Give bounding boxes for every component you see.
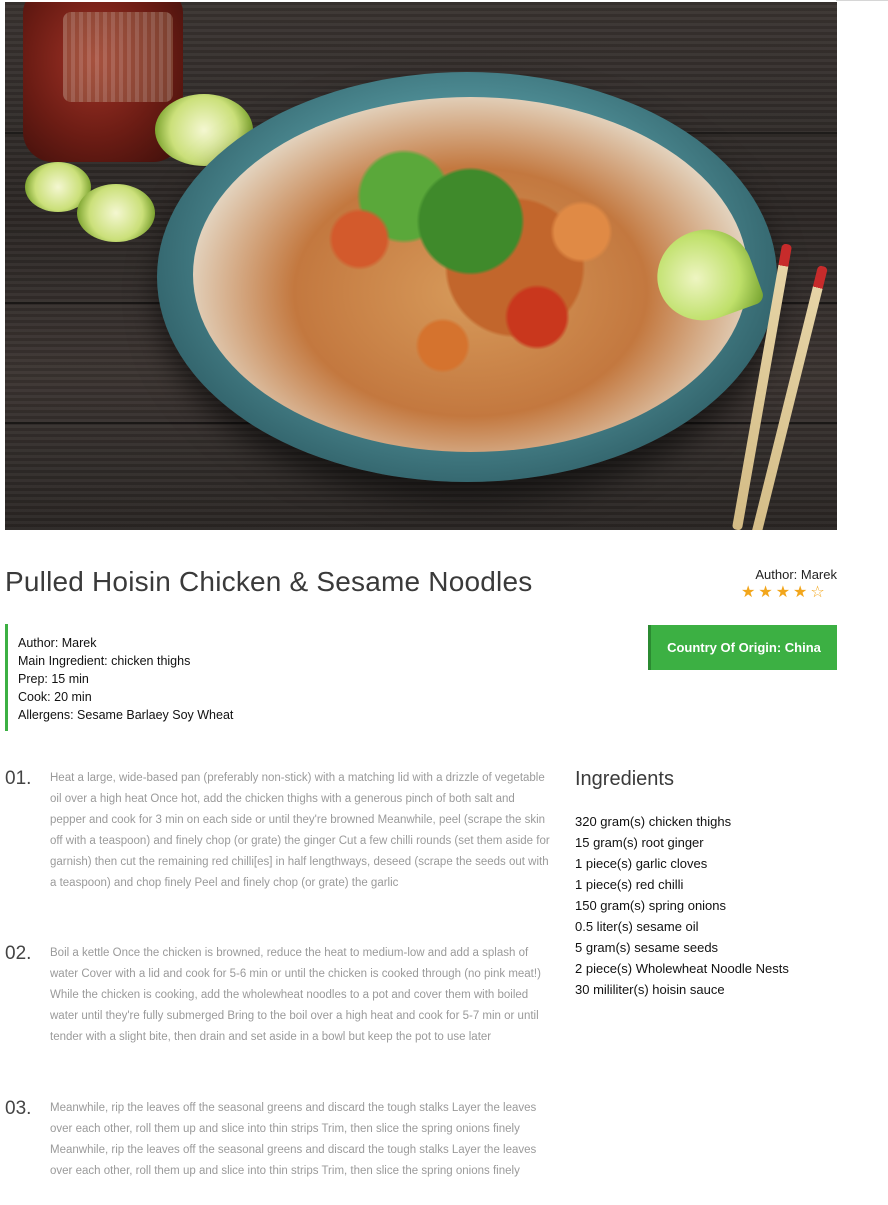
meta-cook: Cook: 20 min [18, 690, 92, 704]
meta-author: Author: Marek [18, 636, 97, 650]
top-divider [836, 0, 888, 1]
rating-stars[interactable]: ★ ★ ★ ★ ☆ [741, 584, 825, 602]
star-filled-icon[interactable]: ★ [741, 584, 755, 602]
recipe-title: Pulled Hoisin Chicken & Sesame Noodles [5, 566, 533, 597]
ingredient-item: 1 piece(s) red chilli [575, 877, 684, 892]
meta-allergens: Allergens: Sesame Barlaey Soy Wheat [18, 708, 234, 722]
star-empty-icon[interactable]: ☆ [810, 584, 824, 602]
ingredients-list: 320 gram(s) chicken thighs 15 gram(s) ro… [575, 811, 789, 1000]
ingredient-item: 5 gram(s) sesame seeds [575, 940, 719, 955]
recipe-meta: Author: Marek Main Ingredient: chicken t… [5, 624, 305, 731]
ingredient-item: 0.5 liter(s) sesame oil [575, 919, 699, 934]
meta-prep: Prep: 15 min [18, 672, 89, 686]
lime-slice-image [77, 184, 155, 242]
step-text: Boil a kettle Once the chicken is browne… [50, 947, 541, 1043]
step-number: 02. [5, 943, 32, 964]
ingredient-item: 150 gram(s) spring onions [575, 898, 727, 913]
author-label: Author: Marek [755, 567, 837, 582]
ingredient-item: 1 piece(s) garlic cloves [575, 856, 708, 871]
step-number: 01. [5, 768, 32, 789]
ingredients-title: Ingredients [575, 768, 674, 790]
ingredient-item: 320 gram(s) chicken thighs [575, 814, 732, 829]
step-number: 03. [5, 1098, 32, 1119]
ingredient-item: 15 gram(s) root ginger [575, 835, 704, 850]
step-text: Meanwhile, rip the leaves off the season… [50, 1102, 537, 1177]
country-of-origin-button[interactable]: Country Of Origin: China [648, 625, 837, 670]
meta-main-ingredient: Main Ingredient: chicken thighs [18, 654, 191, 668]
ingredient-item: 30 mililiter(s) hoisin sauce [575, 982, 725, 997]
star-filled-icon[interactable]: ★ [793, 584, 807, 602]
star-filled-icon[interactable]: ★ [758, 584, 772, 602]
hero-image [5, 2, 837, 530]
ingredient-item: 2 piece(s) Wholewheat Noodle Nests [575, 961, 789, 976]
star-filled-icon[interactable]: ★ [776, 584, 790, 602]
step-text: Heat a large, wide-based pan (preferably… [50, 772, 550, 889]
